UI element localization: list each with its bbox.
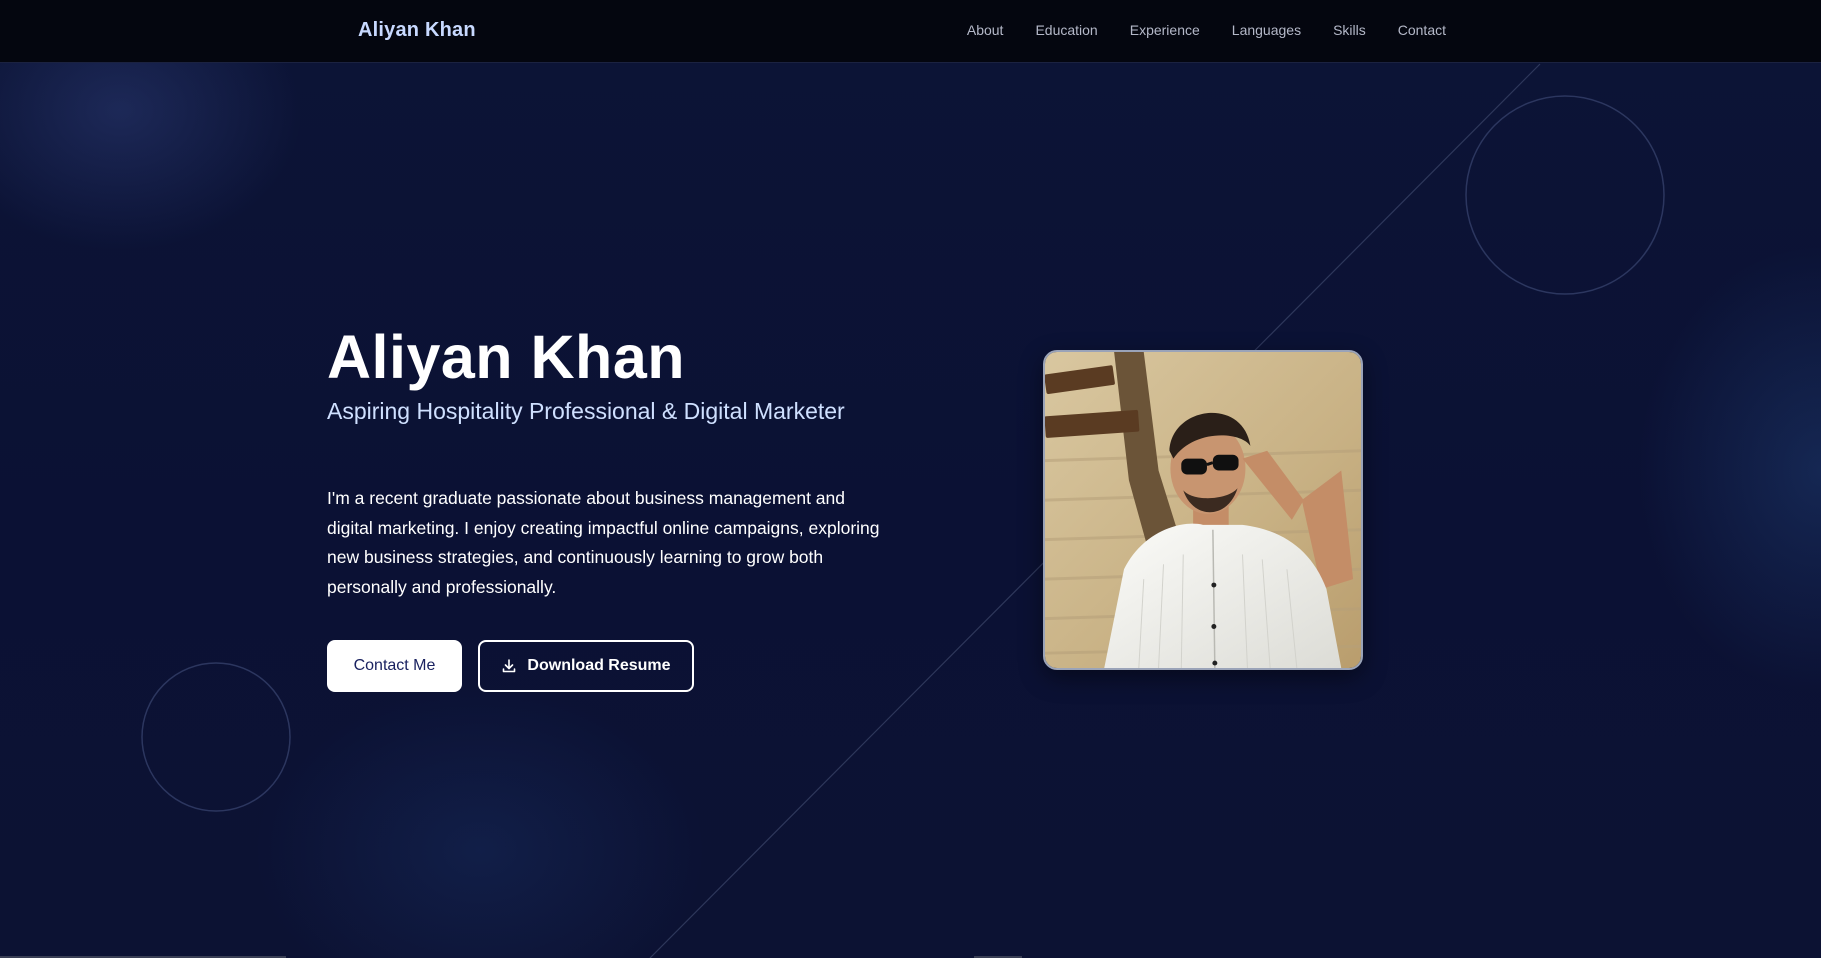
page: Aliyan Khan About Education Experience L… [0,0,1821,958]
download-icon [503,659,516,673]
hero-description: I'm a recent graduate passionate about b… [327,488,880,597]
profile-photo-image [1045,352,1361,668]
download-resume-button[interactable]: Download Resume [478,640,694,692]
nav-link-skills[interactable]: Skills [1333,22,1366,38]
contact-me-button[interactable]: Contact Me [327,640,462,692]
nav-link-languages[interactable]: Languages [1232,22,1301,38]
brand-logo[interactable]: Aliyan Khan [358,19,476,42]
hero-title: Aliyan Khan [327,323,686,391]
navbar: Aliyan Khan About Education Experience L… [0,0,1821,63]
nav-link-contact[interactable]: Contact [1398,22,1446,38]
download-resume-label: Download Resume [527,657,671,674]
nav-link-education[interactable]: Education [1035,22,1097,38]
nav-link-about[interactable]: About [967,22,1004,38]
contact-me-label: Contact Me [353,657,436,674]
background-decoration [141,63,1665,958]
nav-link-experience[interactable]: Experience [1130,22,1200,38]
hero-subtitle: Aspiring Hospitality Professional & Digi… [327,398,845,424]
nav-links: About Education Experience Languages Ski… [967,22,1446,38]
profile-photo [1043,350,1363,670]
